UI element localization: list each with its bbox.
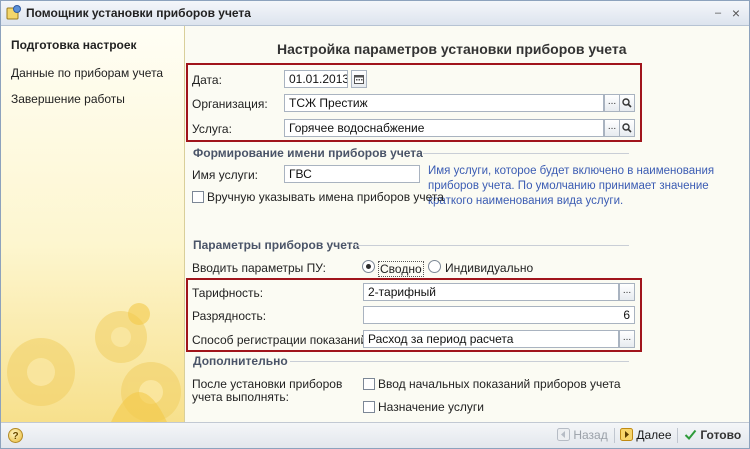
organization-label: Организация:	[192, 97, 268, 111]
digits-field[interactable]: 6	[363, 306, 635, 324]
mode-individual-label[interactable]: Индивидуально	[445, 261, 533, 275]
after-install-label-line2: учета выполнять:	[192, 390, 290, 404]
search-icon	[622, 98, 632, 108]
naming-section-title: Формирование имени приборов учета	[193, 146, 423, 160]
service-search-button[interactable]	[619, 119, 635, 137]
footer-separator	[614, 428, 615, 443]
mode-summary-label[interactable]: Сводно	[378, 261, 424, 277]
page-heading: Настройка параметров установки приборов …	[277, 41, 627, 57]
section-divider	[355, 245, 629, 246]
calendar-icon	[354, 75, 364, 84]
organization-search-button[interactable]	[619, 94, 635, 112]
service-name-field[interactable]: ГВС	[284, 165, 420, 183]
back-label: Назад	[573, 428, 608, 442]
gears-illustration	[7, 303, 181, 422]
tariff-field[interactable]: 2-тарифный	[363, 283, 619, 301]
section-divider	[290, 361, 629, 362]
section-divider	[423, 153, 629, 154]
window-title: Помощник установки приборов учета	[26, 6, 251, 20]
manual-names-label[interactable]: Вручную указывать имена приборов учета	[207, 190, 444, 204]
mode-summary-radio[interactable]	[362, 260, 375, 273]
assign-service-label[interactable]: Назначение услуги	[378, 400, 484, 414]
checkmark-icon	[684, 429, 697, 440]
extra-section-title: Дополнительно	[193, 354, 288, 368]
reading-method-field[interactable]: Расход за период расчета	[363, 330, 619, 348]
next-label: Далее	[636, 428, 672, 442]
service-label: Услуга:	[192, 122, 232, 136]
reading-method-label: Способ регистрации показаний:	[192, 333, 371, 347]
wizard-footer: ? Назад Далее Готово	[1, 422, 749, 448]
mode-individual-radio[interactable]	[428, 260, 441, 273]
reading-method-select-button[interactable]: ...	[619, 330, 635, 348]
after-install-label-line1: После установки приборов	[192, 377, 343, 391]
organization-field[interactable]: ТСЖ Престиж	[284, 94, 604, 112]
calendar-button[interactable]	[351, 70, 367, 88]
title-bar: Помощник установки приборов учета – ×	[1, 1, 749, 26]
initial-readings-checkbox[interactable]	[363, 378, 375, 390]
minimize-button[interactable]: –	[711, 6, 725, 20]
service-name-label: Имя услуги:	[192, 168, 258, 182]
manual-names-checkbox[interactable]	[192, 191, 204, 203]
footer-separator	[677, 428, 678, 443]
done-button[interactable]: Готово	[684, 426, 741, 445]
date-field[interactable]: 01.01.2013	[284, 70, 348, 88]
tariff-label: Тарифность:	[192, 286, 264, 300]
service-select-button[interactable]: ...	[604, 119, 620, 137]
digits-label: Разрядность:	[192, 309, 267, 323]
service-field[interactable]: Горячее водоснабжение	[284, 119, 604, 137]
wizard-steps-sidebar: Подготовка настроек Данные по приборам у…	[1, 26, 185, 422]
next-arrow-icon	[620, 428, 633, 441]
help-button[interactable]: ?	[8, 428, 23, 443]
step-preparation[interactable]: Подготовка настроек	[11, 38, 137, 52]
back-arrow-icon	[557, 428, 570, 441]
search-icon	[622, 123, 632, 133]
back-button[interactable]: Назад	[557, 426, 608, 445]
app-icon	[6, 5, 21, 20]
params-section-title: Параметры приборов учета	[193, 238, 360, 252]
tariff-select-button[interactable]: ...	[619, 283, 635, 301]
done-label: Готово	[700, 428, 742, 442]
initial-readings-label[interactable]: Ввод начальных показаний приборов учета	[378, 377, 621, 391]
step-meter-data[interactable]: Данные по приборам учета	[11, 66, 163, 80]
assign-service-checkbox[interactable]	[363, 401, 375, 413]
next-button[interactable]: Далее	[620, 426, 672, 445]
organization-select-button[interactable]: ...	[604, 94, 620, 112]
step-finish[interactable]: Завершение работы	[11, 92, 125, 106]
service-name-hint: Имя услуги, которое будет включено в наи…	[428, 165, 715, 207]
input-mode-label: Вводить параметры ПУ:	[192, 261, 326, 275]
close-button[interactable]: ×	[729, 6, 743, 20]
date-label: Дата:	[192, 73, 222, 87]
wizard-window: Помощник установки приборов учета – × По…	[0, 0, 750, 449]
